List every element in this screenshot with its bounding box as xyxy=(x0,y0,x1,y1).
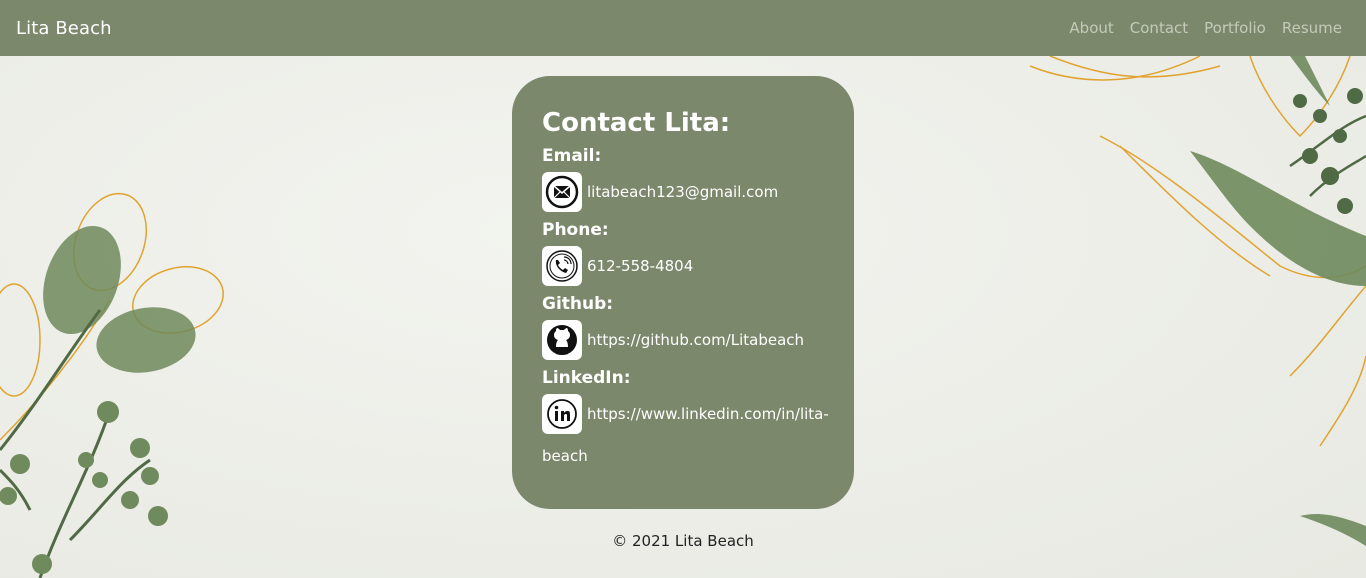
phone-value[interactable]: 612-558-4804 xyxy=(587,258,693,274)
linkedin-value-line2[interactable]: beach xyxy=(542,438,824,474)
mail-icon[interactable] xyxy=(542,172,582,212)
phone-row: 612-558-4804 xyxy=(542,246,824,286)
github-value[interactable]: https://github.com/Litabeach xyxy=(587,332,804,348)
right-botanical-decoration xyxy=(1029,56,1366,546)
github-row: https://github.com/Litabeach xyxy=(542,320,824,360)
contact-title: Contact Lita: xyxy=(542,108,731,138)
email-value[interactable]: litabeach123@gmail.com xyxy=(587,184,778,200)
top-navbar: Lita Beach About Contact Portfolio Resum… xyxy=(0,0,1366,56)
left-botanical-decoration xyxy=(0,192,224,578)
site-brand[interactable]: Lita Beach xyxy=(16,18,112,39)
footer-copyright: © 2021 Lita Beach xyxy=(612,532,754,550)
nav-link-resume[interactable]: Resume xyxy=(1282,19,1342,37)
phone-label: Phone: xyxy=(542,220,609,240)
github-icon[interactable] xyxy=(542,320,582,360)
linkedin-label: LinkedIn: xyxy=(542,368,631,388)
nav-link-about[interactable]: About xyxy=(1069,19,1113,37)
nav-links: About Contact Portfolio Resume xyxy=(1053,19,1342,37)
linkedin-icon[interactable] xyxy=(542,394,582,434)
contact-card: Contact Lita: Email: litabeach123@gmail.… xyxy=(512,76,854,509)
nav-link-portfolio[interactable]: Portfolio xyxy=(1204,19,1266,37)
github-label: Github: xyxy=(542,294,614,314)
linkedin-row: https://www.linkedin.com/in/lita- xyxy=(542,394,829,434)
email-row: litabeach123@gmail.com xyxy=(542,172,824,212)
phone-icon[interactable] xyxy=(542,246,582,286)
nav-link-contact[interactable]: Contact xyxy=(1130,19,1188,37)
email-label: Email: xyxy=(542,146,602,166)
linkedin-value-line1[interactable]: https://www.linkedin.com/in/lita- xyxy=(587,406,829,422)
